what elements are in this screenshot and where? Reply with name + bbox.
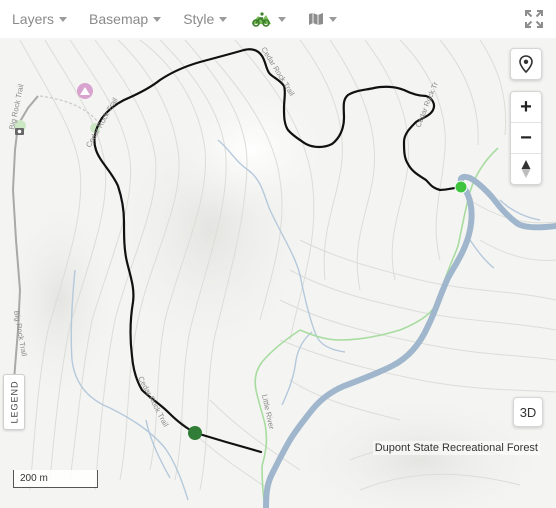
map-toolbar: Layers Basemap Style: [0, 0, 556, 38]
chevron-down-icon: [59, 16, 68, 22]
mountain-bike-icon: [252, 12, 272, 27]
plus-icon: +: [520, 95, 532, 118]
activity-menu[interactable]: [249, 9, 287, 29]
zoom-out-button[interactable]: −: [511, 122, 541, 153]
fullscreen-button[interactable]: [524, 9, 544, 29]
chevron-down-icon: [219, 16, 228, 22]
chevron-down-icon: [153, 16, 162, 22]
basemap-menu[interactable]: Basemap: [89, 11, 162, 27]
legend-button[interactable]: LEGEND: [3, 374, 25, 430]
3d-label: 3D: [519, 404, 537, 420]
layers-menu[interactable]: Layers: [12, 11, 68, 27]
route-end-marker[interactable]: [454, 180, 468, 194]
map-app: Layers Basemap Style Big Rock Trail Big …: [0, 0, 556, 508]
location-pin-icon: [519, 55, 533, 73]
style-menu[interactable]: Style: [183, 11, 228, 27]
chevron-down-icon: [329, 16, 338, 22]
scale-bar: 200 m: [13, 470, 98, 488]
fullscreen-icon: [525, 10, 543, 28]
legend-label: LEGEND: [9, 380, 20, 424]
folded-map-icon: [309, 13, 324, 25]
compass-button[interactable]: [511, 153, 541, 184]
style-label: Style: [183, 11, 215, 27]
hillshade: [160, 80, 340, 220]
route-start-marker[interactable]: [188, 426, 202, 440]
zoom-controls: + −: [510, 91, 542, 185]
map-menu[interactable]: [308, 12, 338, 26]
map-layer: 900 Big Rock Trail Big Rock Trail Cedar …: [0, 38, 556, 508]
layers-label: Layers: [12, 11, 55, 27]
basemap-label: Basemap: [89, 11, 149, 27]
map-canvas[interactable]: 900 Big Rock Trail Big Rock Trail Cedar …: [0, 38, 556, 508]
minus-icon: −: [520, 126, 532, 149]
locate-button[interactable]: [510, 48, 542, 80]
zoom-in-button[interactable]: +: [511, 92, 541, 122]
compass-icon: [521, 160, 531, 178]
3d-toggle-button[interactable]: 3D: [513, 397, 543, 427]
map-attribution: Dupont State Recreational Forest: [372, 441, 540, 455]
scale-label: 200 m: [20, 473, 48, 484]
chevron-down-icon: [278, 16, 287, 22]
